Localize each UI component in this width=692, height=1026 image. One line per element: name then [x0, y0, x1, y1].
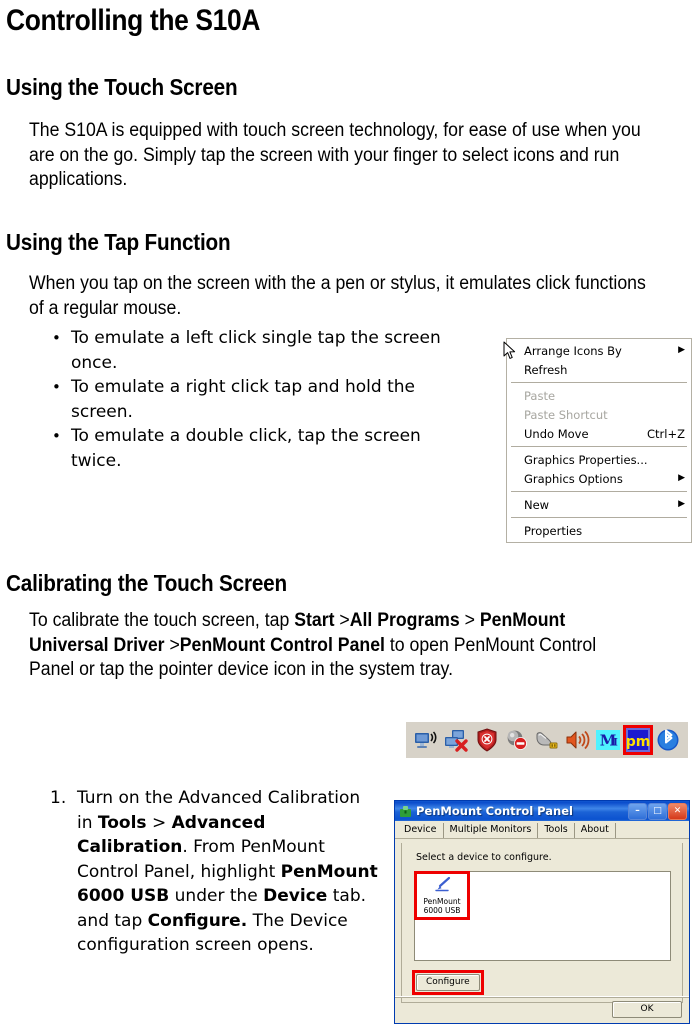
heading-using-the-touch-screen: Using the Touch Screen — [6, 74, 238, 100]
menu-item[interactable]: Refresh — [507, 360, 691, 379]
select-device-instruction: Select a device to configure. — [416, 852, 552, 863]
antivirus-disabled-icon[interactable] — [504, 727, 530, 753]
menu-item-label: Paste Shortcut — [524, 407, 608, 422]
penmount-footer: OK — [395, 996, 689, 1023]
bullet-marker: • — [52, 378, 61, 396]
minimize-button[interactable]: – — [628, 802, 647, 820]
device-item-penmount-6000-usb[interactable]: PenMount 6000 USB — [414, 871, 470, 920]
desktop-context-menu[interactable]: Arrange Icons By ▶ Refresh Paste Paste Short… — [506, 338, 692, 543]
bold-run: Configure. — [147, 910, 248, 931]
list-item-text: To emulate a left click single tap the s… — [71, 328, 441, 373]
heading-calibrating-the-touch-screen: Calibrating the Touch Screen — [6, 570, 287, 596]
paragraph-touch-screen: The S10A is equipped with touch screen t… — [29, 120, 646, 190]
menu-item-label: Refresh — [524, 362, 568, 377]
device-list-box[interactable]: PenMount 6000 USB — [414, 871, 671, 961]
penmount-tab-strip: Device Multiple Monitors Tools About — [395, 821, 689, 839]
list-item-text: Turn on the Advanced Calibration in Tool… — [77, 786, 380, 958]
bullet-marker: • — [52, 329, 61, 347]
configure-button-highlight: Configure — [412, 970, 484, 995]
device-name-line2: 6000 USB — [423, 905, 461, 915]
paragraph-calibrating: To calibrate the touch screen, tap Start… — [29, 609, 643, 683]
ok-button[interactable]: OK — [612, 1001, 682, 1018]
penmount-window-icon — [400, 805, 411, 817]
calibration-steps-list: 1. Turn on the Advanced Calibration in To… — [50, 786, 380, 958]
maximize-glyph: □ — [653, 805, 662, 816]
menu-item-label: Paste — [524, 388, 556, 403]
text-run: under the — [169, 886, 264, 906]
penmount-titlebar: PenMount Control Panel – □ ✕ — [395, 801, 689, 821]
list-item-marker: 1. — [50, 788, 67, 808]
system-tray: M I pm — [406, 722, 688, 758]
list-item: • To emulate a left click single tap the … — [52, 326, 472, 375]
stylus-pen-icon — [435, 876, 451, 892]
svg-text:pm: pm — [625, 734, 650, 750]
menu-item-label: Graphics Options — [524, 471, 623, 486]
menu-item[interactable]: Graphics Properties... — [507, 450, 691, 469]
wireless-network-icon[interactable] — [413, 727, 439, 753]
usb-mouse-icon[interactable] — [534, 727, 560, 753]
tab-about[interactable]: About — [575, 823, 616, 838]
menu-item[interactable]: Graphics Options ▶ — [507, 469, 691, 488]
penmount-device-panel: Select a device to configure. PenMount 6… — [401, 843, 683, 1003]
bold-run: Start — [294, 610, 335, 631]
bold-run: Tools — [97, 812, 147, 833]
menu-item[interactable]: New ▶ — [507, 495, 691, 514]
menu-item[interactable]: Undo Move Ctrl+Z — [507, 424, 691, 443]
page-title: Controlling the S10A — [6, 4, 261, 37]
close-button[interactable]: ✕ — [668, 802, 687, 820]
list-item: • To emulate a right click tap and hold t… — [52, 375, 472, 424]
menu-separator — [511, 491, 687, 492]
tap-function-bullet-list: • To emulate a left click single tap the … — [52, 326, 472, 473]
penmount-pm-icon[interactable]: pm — [622, 725, 653, 755]
menu-separator — [511, 517, 687, 518]
menu-item-label: Arrange Icons By — [524, 343, 622, 358]
svg-text:I: I — [613, 738, 618, 749]
tab-multiple-monitors[interactable]: Multiple Monitors — [444, 823, 539, 838]
menu-item-shortcut: Ctrl+Z — [647, 426, 685, 441]
paragraph-tap-function: When you tap on the screen with the a pe… — [29, 273, 651, 319]
maximize-button[interactable]: □ — [648, 802, 667, 820]
list-item: 1. Turn on the Advanced Calibration in To… — [50, 786, 380, 958]
security-shield-alert-icon[interactable] — [474, 727, 500, 753]
penmount-title-text: PenMount Control Panel — [416, 804, 573, 818]
bold-run: PenMount Control Panel — [179, 634, 385, 656]
text-run: > — [334, 610, 350, 631]
submenu-arrow-icon: ▶ — [678, 499, 685, 509]
menu-item-label: New — [524, 497, 550, 512]
menu-item-label: Undo Move — [524, 426, 589, 441]
menu-item-label: Properties — [524, 523, 583, 538]
configure-button[interactable]: Configure — [416, 974, 480, 991]
bold-run: Device — [263, 886, 328, 906]
menu-item[interactable]: Properties — [507, 521, 691, 540]
menu-separator — [511, 382, 687, 383]
network-disconnected-icon[interactable] — [443, 727, 469, 753]
menu-item: Paste Shortcut — [507, 405, 691, 424]
volume-speaker-icon[interactable] — [564, 727, 590, 753]
menu-item: Paste — [507, 386, 691, 405]
bold-run: All Programs — [349, 610, 460, 631]
bullet-marker: • — [52, 427, 61, 445]
tab-device[interactable]: Device — [398, 823, 444, 838]
close-glyph: ✕ — [673, 805, 682, 816]
m-letter-icon[interactable]: M I — [595, 727, 621, 753]
minimize-glyph: – — [635, 805, 640, 816]
text-run: > — [164, 634, 180, 656]
tab-tools[interactable]: Tools — [538, 823, 575, 838]
submenu-arrow-icon: ▶ — [678, 345, 685, 355]
list-item-text: To emulate a right click tap and hold th… — [71, 377, 415, 422]
penmount-control-panel-window: PenMount Control Panel – □ ✕ Device Multi… — [394, 800, 690, 1024]
list-item: • To emulate a double click, tap the scre… — [52, 424, 472, 473]
list-item-text: To emulate a double click, tap the scree… — [71, 426, 421, 471]
submenu-arrow-icon: ▶ — [678, 473, 685, 483]
menu-item[interactable]: Arrange Icons By ▶ — [507, 341, 691, 360]
menu-item-label: Graphics Properties... — [524, 452, 648, 467]
heading-using-the-tap-function: Using the Tap Function — [6, 229, 231, 255]
bluetooth-icon[interactable] — [655, 727, 681, 753]
text-run: To calibrate the touch screen, tap — [29, 610, 295, 631]
menu-separator — [511, 446, 687, 447]
text-run: > — [146, 812, 172, 833]
text-run: > — [459, 610, 480, 631]
